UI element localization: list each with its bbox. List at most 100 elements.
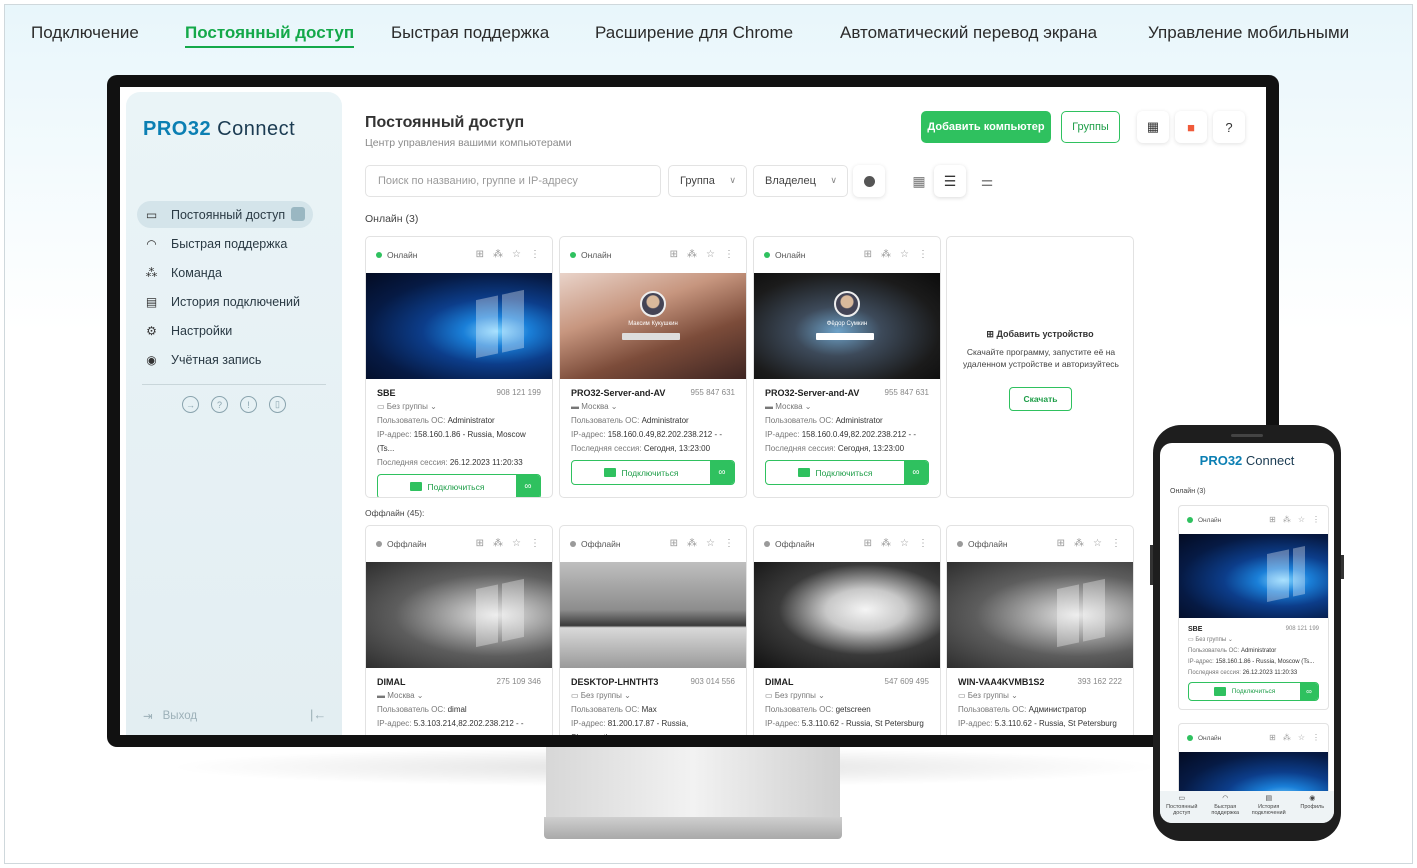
computer-group[interactable]: ▬ Москва ⌄	[377, 689, 541, 703]
groups-button[interactable]: Группы	[1061, 111, 1120, 143]
nav-connection[interactable]: Подключение	[31, 23, 139, 43]
computer-group[interactable]: ▭ Без группы ⌄	[377, 400, 541, 414]
screen-thumbnail[interactable]	[560, 562, 746, 668]
filter-settings-icon[interactable]: ⚌	[971, 165, 1003, 197]
link-icon[interactable]: ∞	[904, 461, 928, 484]
link-icon[interactable]: ∞	[516, 475, 540, 497]
nav-screen-translation[interactable]: Автоматический перевод экрана	[840, 23, 1097, 43]
star-icon[interactable]: ☆	[512, 538, 521, 549]
more-icon[interactable]: ⋮	[530, 249, 540, 260]
help-icon[interactable]: ?	[211, 396, 228, 413]
sidebar-item-settings[interactable]: ⚙ Настройки	[137, 317, 313, 344]
more-icon[interactable]: ⋮	[1111, 538, 1121, 549]
users-icon[interactable]: ⁂	[687, 249, 697, 260]
screen-thumbnail[interactable]	[947, 562, 1133, 668]
collapse-sidebar-icon[interactable]: |←	[310, 707, 326, 722]
nav-permanent-access[interactable]: Постоянный доступ	[185, 23, 355, 48]
screen-thumbnail[interactable]	[366, 562, 552, 668]
add-computer-button[interactable]: Добавить компьютер	[921, 111, 1051, 143]
status-filter-button[interactable]	[853, 165, 885, 197]
users-icon[interactable]: ⁂	[881, 538, 891, 549]
star-icon[interactable]: ☆	[512, 249, 521, 260]
computer-card[interactable]: Онлайн ⊞ ⁂ ☆ ⋮ Максим Кукушкин PRO32-Server…	[559, 236, 747, 498]
computer-card[interactable]: Оффлайн ⊞ ⁂ ☆ ⋮ DIMAL 275 109 346 ▬ Москва ⌄…	[365, 525, 553, 735]
computer-card[interactable]: Оффлайн ⊞ ⁂ ☆ ⋮ DESKTOP-LHNTHT3 903 014 556 …	[559, 525, 747, 735]
phone-tab-quick-support[interactable]: ◠ Быстрая поддержка	[1205, 795, 1245, 816]
nav-quick-support[interactable]: Быстрая поддержка	[391, 23, 549, 43]
grid-view-icon[interactable]: ▦	[903, 165, 935, 197]
more-icon[interactable]: ⋮	[1312, 515, 1320, 524]
puzzle-icon[interactable]	[291, 207, 305, 221]
computer-card[interactable]: Оффлайн ⊞ ⁂ ☆ ⋮ WIN-VAA4KVMB1S2 393 162 222 …	[946, 525, 1134, 735]
card-header: Оффлайн ⊞ ⁂ ☆ ⋮	[560, 526, 746, 562]
phone-computer-card[interactable]: Онлайн ⊞ ⁂ ☆ ⋮ SBE 908 121 199 ▭ Без группы …	[1178, 505, 1329, 710]
phone-tab-permanent-access[interactable]: ▭ Постоянный доступ	[1162, 795, 1202, 816]
group-dropdown[interactable]: Группа ∨	[668, 165, 747, 197]
os-user-row: Пользователь ОС: Administrator	[571, 414, 735, 428]
users-icon[interactable]: ⁂	[1283, 515, 1291, 524]
computer-group[interactable]: ▬ Москва ⌄	[765, 400, 929, 414]
download-button[interactable]: Скачать	[1009, 387, 1072, 411]
lightbulb-icon[interactable]: !	[240, 396, 257, 413]
link-icon[interactable]: ∞	[710, 461, 734, 484]
screen-thumbnail[interactable]: Максим Кукушкин	[560, 273, 746, 379]
star-icon[interactable]: ☆	[900, 249, 909, 260]
nav-mobile-management[interactable]: Управление мобильными	[1148, 23, 1349, 43]
sidebar-item-quick-support[interactable]: ◠ Быстрая поддержка	[137, 230, 313, 257]
link-icon[interactable]: ∞	[1300, 683, 1318, 700]
vibrate-icon[interactable]: ▯	[269, 396, 286, 413]
connect-button[interactable]: Подключиться	[1189, 683, 1300, 700]
phone-tab-history[interactable]: ▤ История подключений	[1249, 795, 1289, 816]
star-icon[interactable]: ☆	[1093, 538, 1102, 549]
video-camera-icon[interactable]: ■	[1175, 111, 1207, 143]
sidebar-item-permanent-access[interactable]: ▭ Постоянный доступ	[137, 201, 313, 228]
qr-code-icon[interactable]: ▦	[1137, 111, 1169, 143]
sidebar-item-history[interactable]: ▤ История подключений	[137, 288, 313, 315]
computer-card[interactable]: Онлайн ⊞ ⁂ ☆ ⋮ SBE 908 121 199 ▭ Без группы …	[365, 236, 553, 498]
more-icon[interactable]: ⋮	[918, 538, 928, 549]
more-icon[interactable]: ⋮	[724, 538, 734, 549]
owner-dropdown[interactable]: Владелец ∨	[753, 165, 848, 197]
computer-card[interactable]: Онлайн ⊞ ⁂ ☆ ⋮ Фёдор Сумкин PRO32-Server-an…	[753, 236, 941, 498]
computer-group[interactable]: ▭ Без группы ⌄	[571, 689, 735, 703]
star-icon[interactable]: ☆	[1298, 733, 1305, 742]
windows-icon: ⊞	[863, 249, 873, 260]
connect-button[interactable]: Подключиться	[766, 461, 904, 484]
screen-thumbnail[interactable]	[1179, 534, 1328, 618]
star-icon[interactable]: ☆	[706, 249, 715, 260]
screen-thumbnail[interactable]	[366, 273, 552, 379]
search-input[interactable]: Поиск по названию, группе и IP-адресу	[365, 165, 661, 197]
computer-group[interactable]: ▬ Москва ⌄	[571, 400, 735, 414]
users-icon[interactable]: ⁂	[1074, 538, 1084, 549]
more-icon[interactable]: ⋮	[530, 538, 540, 549]
nav-chrome-extension[interactable]: Расширение для Chrome	[595, 23, 793, 43]
logout-button[interactable]: ⇥ Выход	[143, 709, 197, 723]
os-user-row: Пользователь ОС: Administrator	[1188, 646, 1319, 657]
login-icon[interactable]: →	[182, 396, 199, 413]
computer-group[interactable]: ▭ Без группы ⌄	[1188, 635, 1319, 646]
list-view-icon[interactable]: ☰	[934, 165, 966, 197]
screen-thumbnail[interactable]	[754, 562, 940, 668]
more-icon[interactable]: ⋮	[918, 249, 928, 260]
computer-group[interactable]: ▭ Без группы ⌄	[958, 689, 1122, 703]
connect-button[interactable]: Подключиться	[572, 461, 710, 484]
users-icon[interactable]: ⁂	[1283, 733, 1291, 742]
sidebar-item-team[interactable]: ⁂ Команда	[137, 259, 313, 286]
users-icon[interactable]: ⁂	[687, 538, 697, 549]
phone-tab-profile[interactable]: ◉ Профиль	[1292, 795, 1332, 810]
computer-name-text: DESKTOP-LHNTHT3	[571, 677, 659, 687]
computer-group[interactable]: ▭ Без группы ⌄	[765, 689, 929, 703]
more-icon[interactable]: ⋮	[1312, 733, 1320, 742]
help-circle-icon[interactable]: ?	[1213, 111, 1245, 143]
star-icon[interactable]: ☆	[706, 538, 715, 549]
connect-button[interactable]: Подключиться	[378, 475, 516, 497]
sidebar-item-account[interactable]: ◉ Учётная запись	[137, 346, 313, 373]
screen-thumbnail[interactable]: Фёдор Сумкин	[754, 273, 940, 379]
star-icon[interactable]: ☆	[900, 538, 909, 549]
users-icon[interactable]: ⁂	[493, 249, 503, 260]
more-icon[interactable]: ⋮	[724, 249, 734, 260]
users-icon[interactable]: ⁂	[881, 249, 891, 260]
star-icon[interactable]: ☆	[1298, 515, 1305, 524]
users-icon[interactable]: ⁂	[493, 538, 503, 549]
computer-card[interactable]: Оффлайн ⊞ ⁂ ☆ ⋮ DIMAL 547 609 495 ▭ Без груп…	[753, 525, 941, 735]
